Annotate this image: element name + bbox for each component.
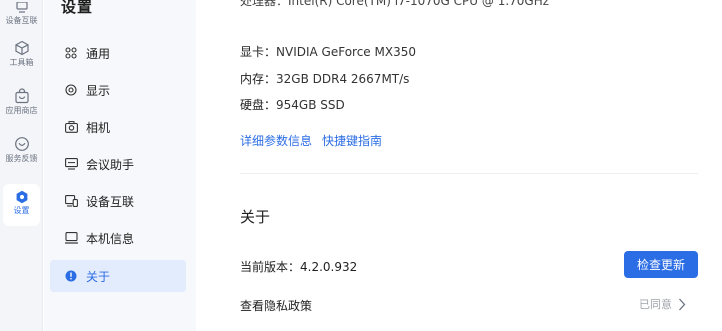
settings-icon	[15, 190, 29, 204]
info-icon	[64, 269, 78, 283]
general-icon	[64, 46, 78, 60]
rail-item-label: 工具箱	[9, 58, 34, 67]
nav-item-label: 显示	[86, 83, 111, 98]
rail-item-label: 服务反馈	[5, 154, 38, 163]
feedback-icon	[14, 136, 30, 152]
nav-item-display[interactable]: 显示	[50, 74, 186, 106]
shortcuts-link[interactable]: 快捷键指南	[322, 134, 382, 148]
gpu-label: 显卡：	[240, 45, 277, 59]
details-link[interactable]: 详细参数信息	[240, 134, 312, 148]
nav-item-device-link[interactable]: 设备互联	[50, 185, 186, 217]
meeting-icon	[64, 157, 78, 171]
page-title: 设置	[61, 0, 94, 16]
check-update-button[interactable]: 检查更新	[624, 251, 698, 278]
ram-label: 内存：	[240, 72, 277, 86]
rail-item-feedback[interactable]: 服务反馈	[0, 136, 43, 164]
toolbox-icon	[14, 40, 30, 56]
privacy-status[interactable]: 已同意	[639, 296, 686, 312]
app-rail: 设备互联 工具箱 应用商店 服务反馈 设置	[0, 0, 43, 331]
nav-item-meeting-assistant[interactable]: 会议助手	[50, 148, 186, 180]
nav-item-device-info[interactable]: 本机信息	[50, 222, 186, 254]
rail-item-toolbox[interactable]: 工具箱	[0, 40, 43, 68]
cpu-spec: 处理器：Intel(R) Core(TM) i7-1070G CPU @ 1.7…	[240, 0, 550, 8]
version-value: 4.2.0.932	[300, 260, 358, 274]
app-store-icon	[14, 88, 30, 104]
device-info-icon	[64, 231, 78, 245]
rail-item-label: 应用商店	[5, 106, 38, 115]
privacy-policy-link[interactable]: 查看隐私政策	[240, 297, 312, 314]
settings-nav: 设置 通用 显示 相机 会议助手 设备互联 本机信息 关于	[44, 0, 196, 331]
main-content: 处理器：Intel(R) Core(TM) i7-1070G CPU @ 1.7…	[196, 0, 722, 331]
nav-item-camera[interactable]: 相机	[50, 111, 186, 143]
version-row: 当前版本：4.2.0.932	[240, 258, 357, 275]
nav-item-about[interactable]: 关于	[50, 260, 186, 292]
gpu-value: NVIDIA GeForce MX350	[276, 45, 416, 59]
spec-links: 详细参数信息 快捷键指南	[240, 132, 392, 149]
disk-label: 硬盘：	[240, 98, 277, 112]
rail-item-label: 设备互联	[5, 16, 38, 25]
gpu-spec: 显卡：NVIDIA GeForce MX350	[240, 43, 416, 60]
nav-item-label: 相机	[86, 120, 111, 135]
version-label: 当前版本：	[240, 260, 301, 274]
rail-item-app-store[interactable]: 应用商店	[0, 88, 43, 116]
camera-icon	[64, 120, 78, 134]
section-divider	[240, 173, 698, 174]
rail-item-label: 设置	[13, 206, 30, 215]
rail-item-device-link[interactable]: 设备互联	[0, 2, 43, 26]
nav-item-label: 通用	[86, 46, 111, 61]
disk-value: 954GB SSD	[276, 98, 345, 112]
disk-spec: 硬盘：954GB SSD	[240, 96, 345, 113]
about-title: 关于	[240, 208, 271, 226]
chevron-right-icon	[678, 298, 686, 311]
nav-item-label: 设备互联	[86, 194, 135, 209]
nav-item-general[interactable]: 通用	[50, 37, 186, 69]
nav-item-label: 关于	[86, 269, 111, 284]
device-link-icon	[15, 2, 29, 14]
nav-item-label: 本机信息	[86, 231, 135, 246]
device-link-icon	[64, 194, 78, 208]
nav-item-label: 会议助手	[86, 157, 135, 172]
agreed-label: 已同意	[639, 298, 672, 311]
ram-value: 32GB DDR4 2667MT/s	[276, 72, 410, 86]
display-icon	[64, 83, 78, 97]
rail-item-settings[interactable]: 设置	[3, 184, 40, 226]
ram-spec: 内存：32GB DDR4 2667MT/s	[240, 70, 409, 87]
